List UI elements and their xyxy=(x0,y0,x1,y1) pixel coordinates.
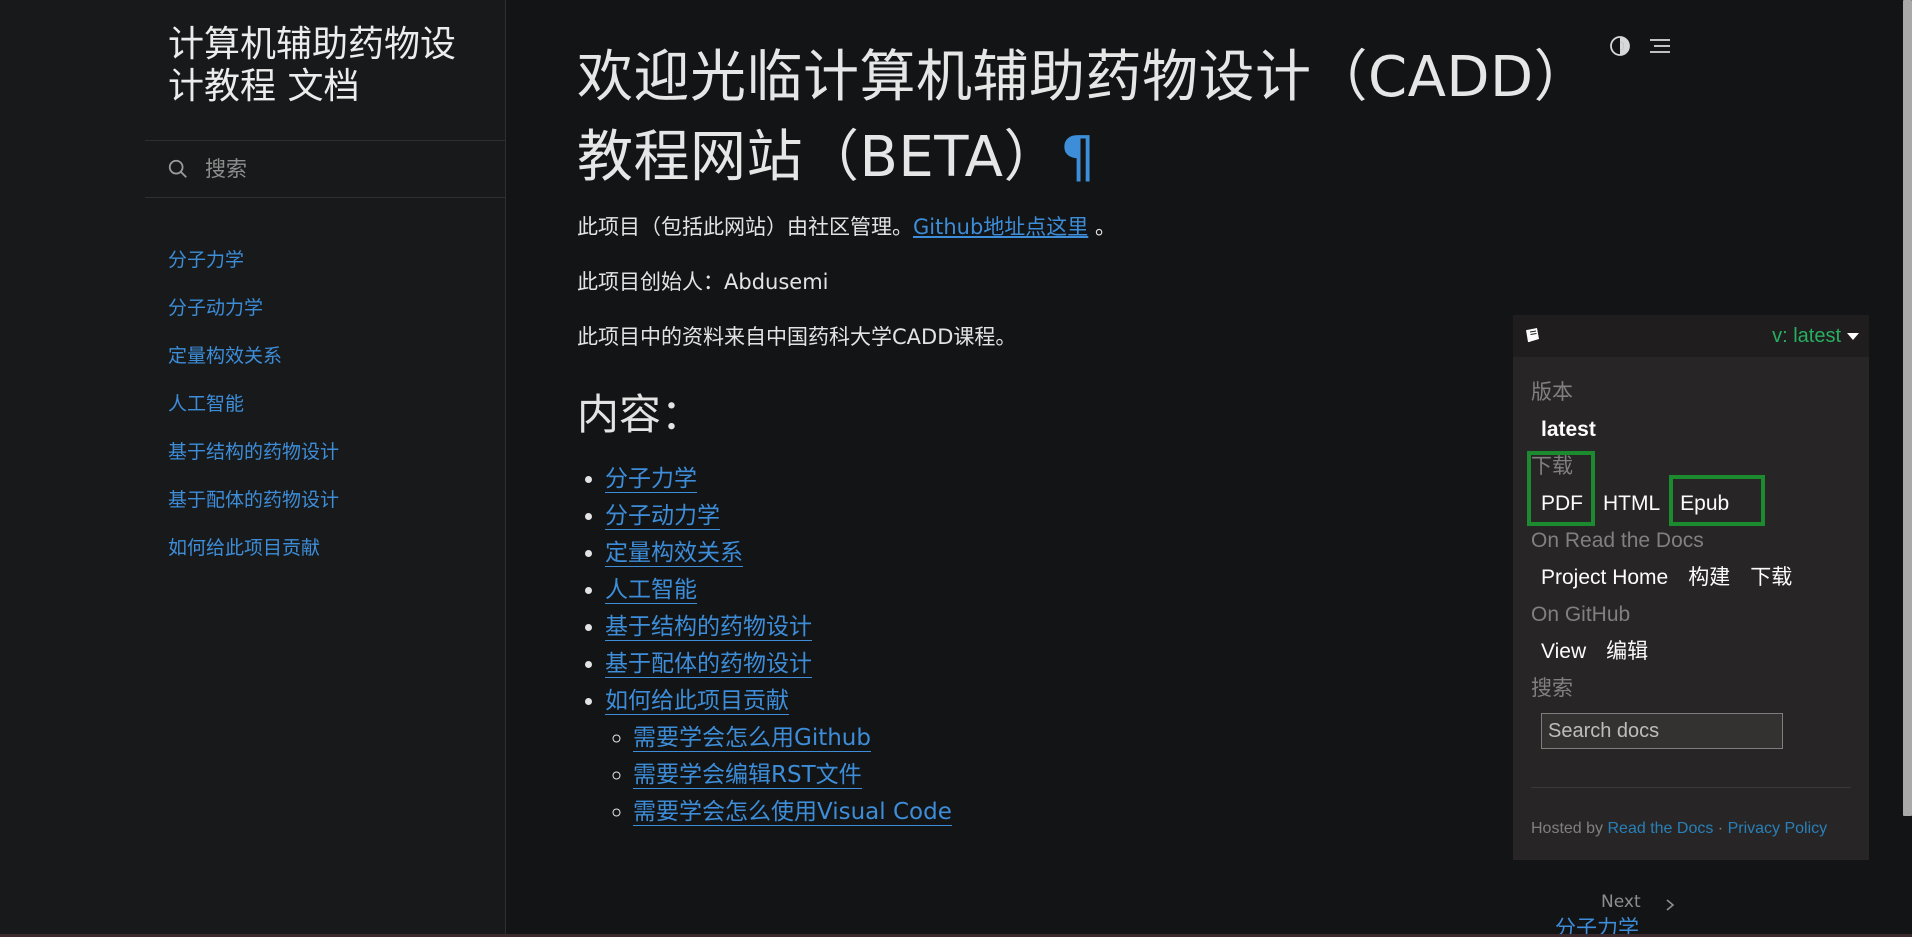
rtd-flyout-body: 版本 latest 下载 PDF HTML Epub On Read the D… xyxy=(1513,357,1869,749)
toc-subitem: 需要学会编辑RST文件 xyxy=(633,757,1597,794)
builds-link[interactable]: 构建 xyxy=(1678,562,1740,594)
founder-paragraph: 此项目创始人：Abdusemi xyxy=(577,270,829,294)
versions-title: 版本 xyxy=(1531,381,1573,404)
intro-paragraph: 此项目（包括此网站）由社区管理。Github地址点这里 。 xyxy=(577,210,1597,265)
toc-link-vscode-howto[interactable]: 需要学会怎么使用Visual Code xyxy=(633,799,952,826)
github-link[interactable]: Github地址点这里 xyxy=(913,215,1088,239)
search-icon xyxy=(168,159,187,178)
version-selector[interactable]: v: latest xyxy=(1772,325,1859,348)
toc-subitem: 需要学会怎么使用Visual Code xyxy=(633,794,1597,831)
toc-link-ai[interactable]: 人工智能 xyxy=(605,577,697,604)
page-title: 欢迎光临计算机辅助药物设计（CADD）教程网站（BETA）¶ xyxy=(577,38,1597,198)
sidebar-item-qsar[interactable]: 定量构效关系 xyxy=(168,341,339,389)
toc-item: 分子动力学 xyxy=(605,498,1597,535)
sidebar-nav: 分子力学 分子动力学 定量构效关系 人工智能 基于结构的药物设计 基于配体的药物… xyxy=(168,245,339,581)
download-pdf-link[interactable]: PDF xyxy=(1531,488,1593,520)
sidebar-item-molecular-dynamics[interactable]: 分子动力学 xyxy=(168,293,339,341)
privacy-policy-link[interactable]: Privacy Policy xyxy=(1728,820,1828,837)
github-view-link[interactable]: View xyxy=(1531,636,1596,668)
on-rtd-row: Project Home 构建 下载 xyxy=(1531,557,1851,599)
book-icon xyxy=(1526,328,1539,343)
toc-item: 定量构效关系 xyxy=(605,535,1597,572)
toc-subitem: 需要学会怎么用Github xyxy=(633,720,1597,757)
toc-link-rst-howto[interactable]: 需要学会编辑RST文件 xyxy=(633,762,862,789)
sidebar-search-input[interactable] xyxy=(203,156,483,182)
header-icons xyxy=(1608,34,1672,58)
toc-link-qsar[interactable]: 定量构效关系 xyxy=(605,540,743,567)
sidebar-search xyxy=(145,140,506,198)
toc-item: 基于配体的药物设计 xyxy=(605,646,1597,683)
intro-suffix: 。 xyxy=(1088,215,1116,239)
downloads-link[interactable]: 下载 xyxy=(1740,562,1802,594)
toc-item: 分子力学 xyxy=(605,461,1597,498)
sidebar-item-ligand-based-design[interactable]: 基于配体的药物设计 xyxy=(168,485,339,533)
toc-link-contribute[interactable]: 如何给此项目贡献 xyxy=(605,688,789,715)
downloads-title: 下载 xyxy=(1531,455,1573,478)
next-label: Next xyxy=(1601,892,1641,912)
toc-sublist: 需要学会怎么用Github 需要学会编辑RST文件 需要学会怎么使用Visual… xyxy=(605,720,1597,831)
chevron-right-icon xyxy=(1666,899,1675,911)
toc-item: 人工智能 xyxy=(605,572,1597,609)
toc-link-structure-based-design[interactable]: 基于结构的药物设计 xyxy=(605,614,812,641)
site-title-link[interactable]: 计算机辅助药物设计教程 文档 xyxy=(168,24,488,108)
sidebar-item-molecular-mechanics[interactable]: 分子力学 xyxy=(168,245,339,293)
download-html-link[interactable]: HTML xyxy=(1593,488,1670,520)
intro-text: 此项目（包括此网站）由社区管理。 xyxy=(577,215,913,239)
sidebar-item-structure-based-design[interactable]: 基于结构的药物设计 xyxy=(168,437,339,485)
version-latest-link[interactable]: latest xyxy=(1531,414,1606,446)
versions-row: latest xyxy=(1531,409,1851,451)
caret-down-icon xyxy=(1847,332,1859,340)
github-edit-link[interactable]: 编辑 xyxy=(1596,636,1658,668)
rtd-flyout-header[interactable]: v: latest xyxy=(1513,315,1869,357)
rtd-search-input[interactable] xyxy=(1541,713,1783,749)
project-home-link[interactable]: Project Home xyxy=(1531,562,1678,594)
toc-link-ligand-based-design[interactable]: 基于配体的药物设计 xyxy=(605,651,812,678)
page: 计算机辅助药物设计教程 文档 分子力学 分子动力学 定量构效关系 人工智能 基于… xyxy=(0,0,1912,937)
rtd-search-title: 搜索 xyxy=(1531,677,1573,700)
toc-menu-icon[interactable] xyxy=(1648,34,1672,58)
on-github-row: View 编辑 xyxy=(1531,631,1851,673)
scrollbar[interactable] xyxy=(1903,0,1912,816)
toc-link-molecular-dynamics[interactable]: 分子动力学 xyxy=(605,503,720,530)
downloads-row: PDF HTML Epub xyxy=(1531,483,1851,525)
main-content: 欢迎光临计算机辅助药物设计（CADD）教程网站（BETA）¶ 此项目（包括此网站… xyxy=(577,38,1597,831)
footer-separator: · xyxy=(1717,820,1724,837)
toc-link-molecular-mechanics[interactable]: 分子力学 xyxy=(605,466,697,493)
hosted-by-text: Hosted by xyxy=(1531,820,1604,837)
source-paragraph: 此项目中的资料来自中国药科大学CADD课程。 xyxy=(577,325,1017,349)
contents-heading: 内容： xyxy=(577,390,704,439)
sidebar: 计算机辅助药物设计教程 文档 分子力学 分子动力学 定量构效关系 人工智能 基于… xyxy=(0,0,506,937)
permalink[interactable]: ¶ xyxy=(1060,125,1096,190)
sidebar-item-contribute[interactable]: 如何给此项目贡献 xyxy=(168,533,339,581)
toc-list: 分子力学 分子动力学 定量构效关系 人工智能 基于结构的药物设计 基于配体的药物… xyxy=(577,461,1597,831)
rtd-home-link[interactable]: Read the Docs xyxy=(1608,820,1714,837)
toc-item: 基于结构的药物设计 xyxy=(605,609,1597,646)
toc-link-github-howto[interactable]: 需要学会怎么用Github xyxy=(633,725,871,752)
rtd-flyout: v: latest 版本 latest 下载 PDF HTML Epub On … xyxy=(1513,315,1869,860)
version-label: v: latest xyxy=(1772,324,1841,347)
theme-toggle-icon[interactable] xyxy=(1608,34,1632,58)
toc-item: 如何给此项目贡献 需要学会怎么用Github 需要学会编辑RST文件 需要学会怎… xyxy=(605,683,1597,831)
rtd-footer: Hosted by Read the Docs · Privacy Policy xyxy=(1513,788,1869,838)
on-rtd-title: On Read the Docs xyxy=(1531,529,1704,552)
download-epub-link[interactable]: Epub xyxy=(1670,488,1739,520)
on-github-title: On GitHub xyxy=(1531,603,1631,626)
sidebar-item-ai[interactable]: 人工智能 xyxy=(168,389,339,437)
